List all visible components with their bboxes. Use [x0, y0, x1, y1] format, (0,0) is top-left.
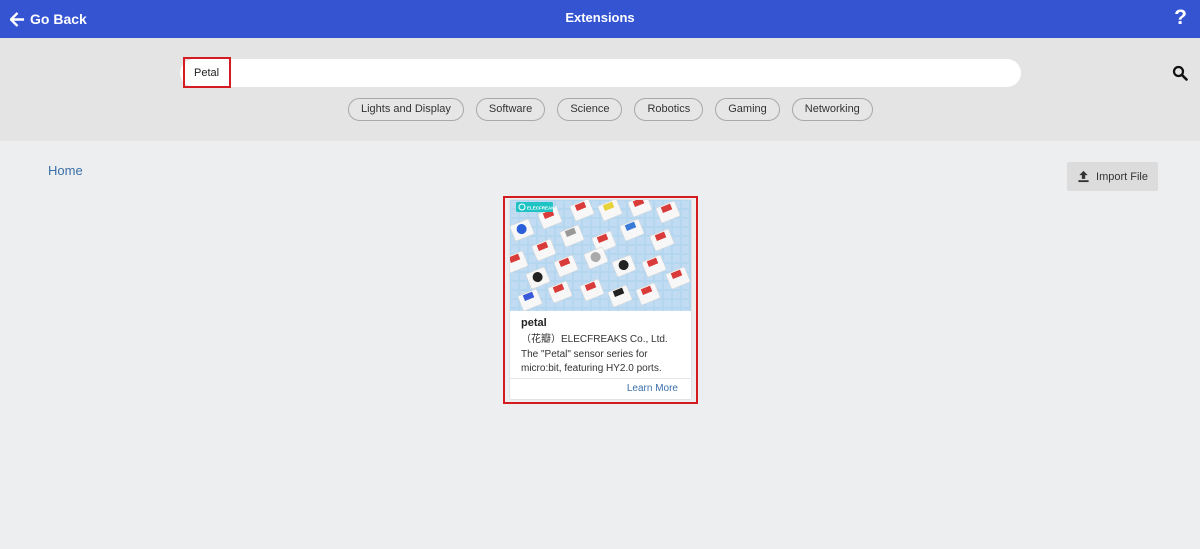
- extension-thumbnail: ELECFREAKS: [510, 200, 691, 311]
- search-input[interactable]: [194, 63, 974, 83]
- category-list: Lights and Display Software Science Robo…: [348, 98, 873, 121]
- import-file-button[interactable]: Import File: [1067, 162, 1158, 191]
- extension-card-petal[interactable]: ELECFREAKS petal （花瓣）ELECFREAKS Co., Ltd…: [510, 200, 691, 399]
- breadcrumb-home[interactable]: Home: [48, 163, 83, 178]
- extension-description: （花瓣）ELECFREAKS Co., Ltd. The "Petal" sen…: [521, 334, 668, 374]
- category-lights-and-display[interactable]: Lights and Display: [348, 98, 464, 121]
- category-gaming[interactable]: Gaming: [715, 98, 780, 121]
- search-highlight-box: [183, 57, 231, 88]
- import-file-label: Import File: [1096, 170, 1148, 183]
- category-networking[interactable]: Networking: [791, 98, 873, 121]
- category-science[interactable]: Science: [557, 98, 623, 121]
- search-area: Lights and Display Software Science Robo…: [0, 38, 1200, 141]
- category-robotics[interactable]: Robotics: [634, 98, 704, 121]
- upload-icon: [1078, 170, 1089, 183]
- top-bar: Go Back Extensions ?: [0, 0, 1200, 38]
- page-title: Extensions: [565, 10, 635, 25]
- extension-name: petal: [521, 317, 547, 329]
- help-button[interactable]: ?: [1174, 6, 1187, 30]
- brand-badge-text: ELECFREAKS: [527, 206, 558, 211]
- search-box: [180, 59, 1188, 87]
- card-footer: Learn More: [510, 378, 691, 399]
- category-software[interactable]: Software: [475, 98, 546, 121]
- search-icon[interactable]: [1172, 65, 1188, 81]
- learn-more-link[interactable]: Learn More: [627, 383, 678, 394]
